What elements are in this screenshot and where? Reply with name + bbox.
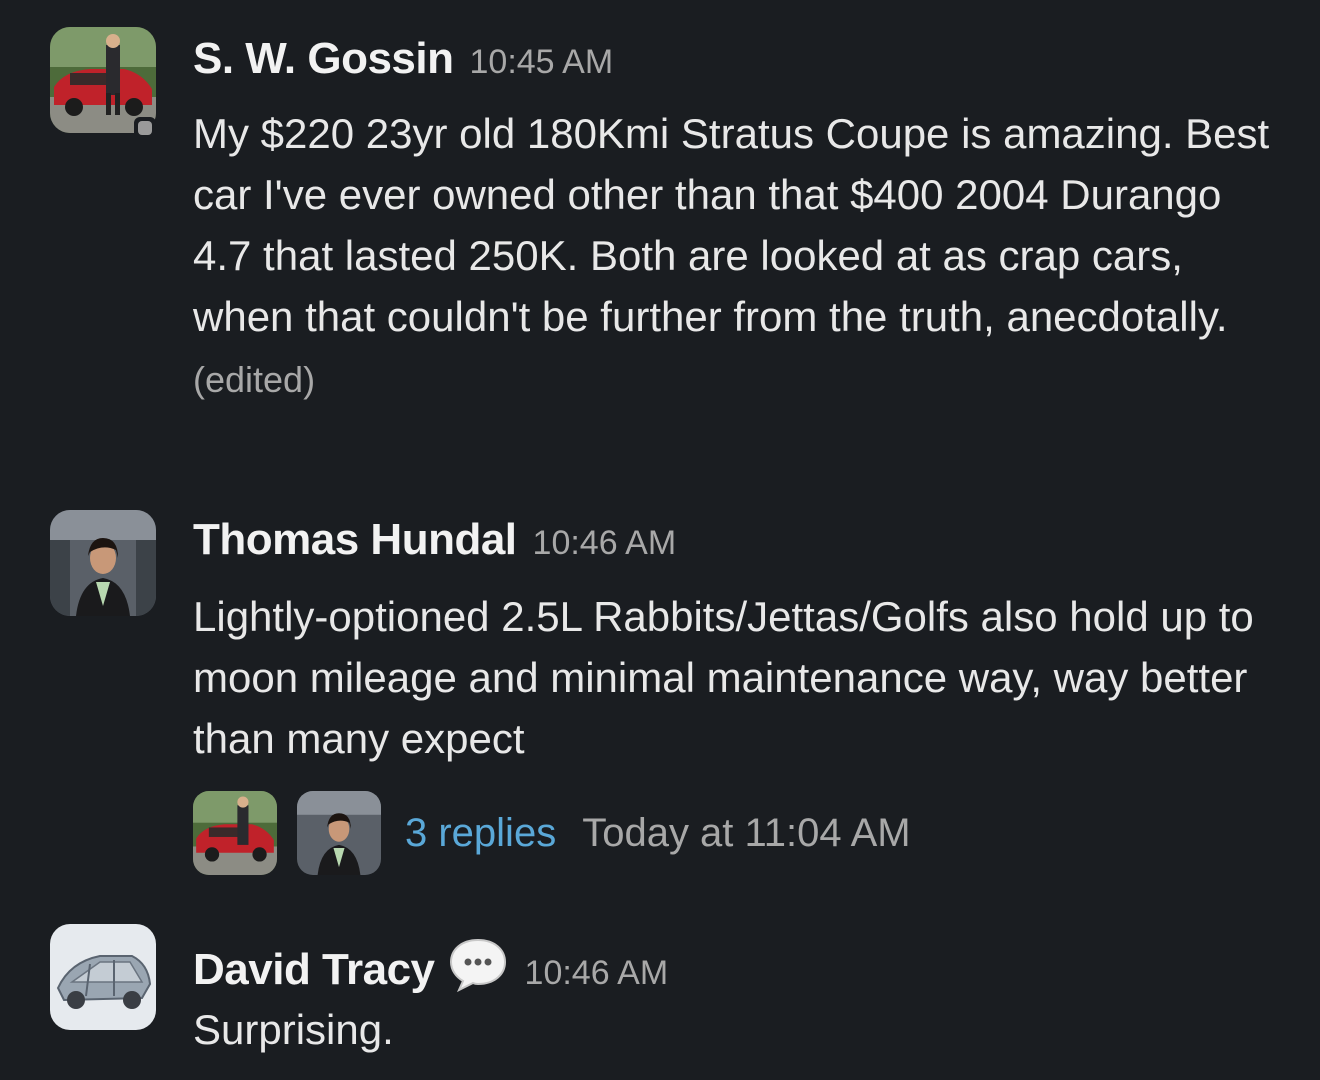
author-name[interactable]: Thomas Hundal xyxy=(193,515,517,565)
thread-summary[interactable]: 3 replies Today at 11:04 AM xyxy=(193,791,911,875)
timestamp[interactable]: 10:45 AM xyxy=(470,43,614,82)
timestamp[interactable]: 10:46 AM xyxy=(525,954,669,993)
person-photo-avatar xyxy=(297,791,381,875)
avatar-hundal[interactable] xyxy=(50,510,156,616)
speech-bubble-icon[interactable] xyxy=(447,936,509,993)
message-header: S. W. Gossin 10:45 AM xyxy=(193,34,613,84)
thread-last-reply-time: Today at 11:04 AM xyxy=(582,810,911,855)
message-text: My $220 23yr old 180Kmi Stratus Coupe is… xyxy=(193,110,1270,340)
car-chassis-photo-avatar xyxy=(50,924,156,1030)
author-name[interactable]: S. W. Gossin xyxy=(193,34,454,84)
edited-label: (edited) xyxy=(193,359,316,400)
message-text: Surprising. xyxy=(193,1006,394,1053)
thread-replies-link[interactable]: 3 replies xyxy=(405,811,556,856)
thread-participant-avatar xyxy=(193,791,277,875)
message-text: Lightly-optioned 2.5L Rabbits/Jettas/Gol… xyxy=(193,593,1254,762)
person-photo-avatar xyxy=(50,510,156,616)
message-body: Lightly-optioned 2.5L Rabbits/Jettas/Gol… xyxy=(193,586,1283,769)
thread-participant-avatar xyxy=(297,791,381,875)
timestamp[interactable]: 10:46 AM xyxy=(533,524,677,563)
red-car-photo-avatar xyxy=(193,791,277,875)
presence-away-indicator xyxy=(134,117,156,139)
message-header: David Tracy 10:46 AM xyxy=(193,928,668,995)
avatar-tracy[interactable] xyxy=(50,924,156,1030)
author-name[interactable]: David Tracy xyxy=(193,945,435,995)
message-body: Surprising. xyxy=(193,999,1283,1060)
message-header: Thomas Hundal 10:46 AM xyxy=(193,515,676,565)
message-body: My $220 23yr old 180Kmi Stratus Coupe is… xyxy=(193,103,1283,408)
